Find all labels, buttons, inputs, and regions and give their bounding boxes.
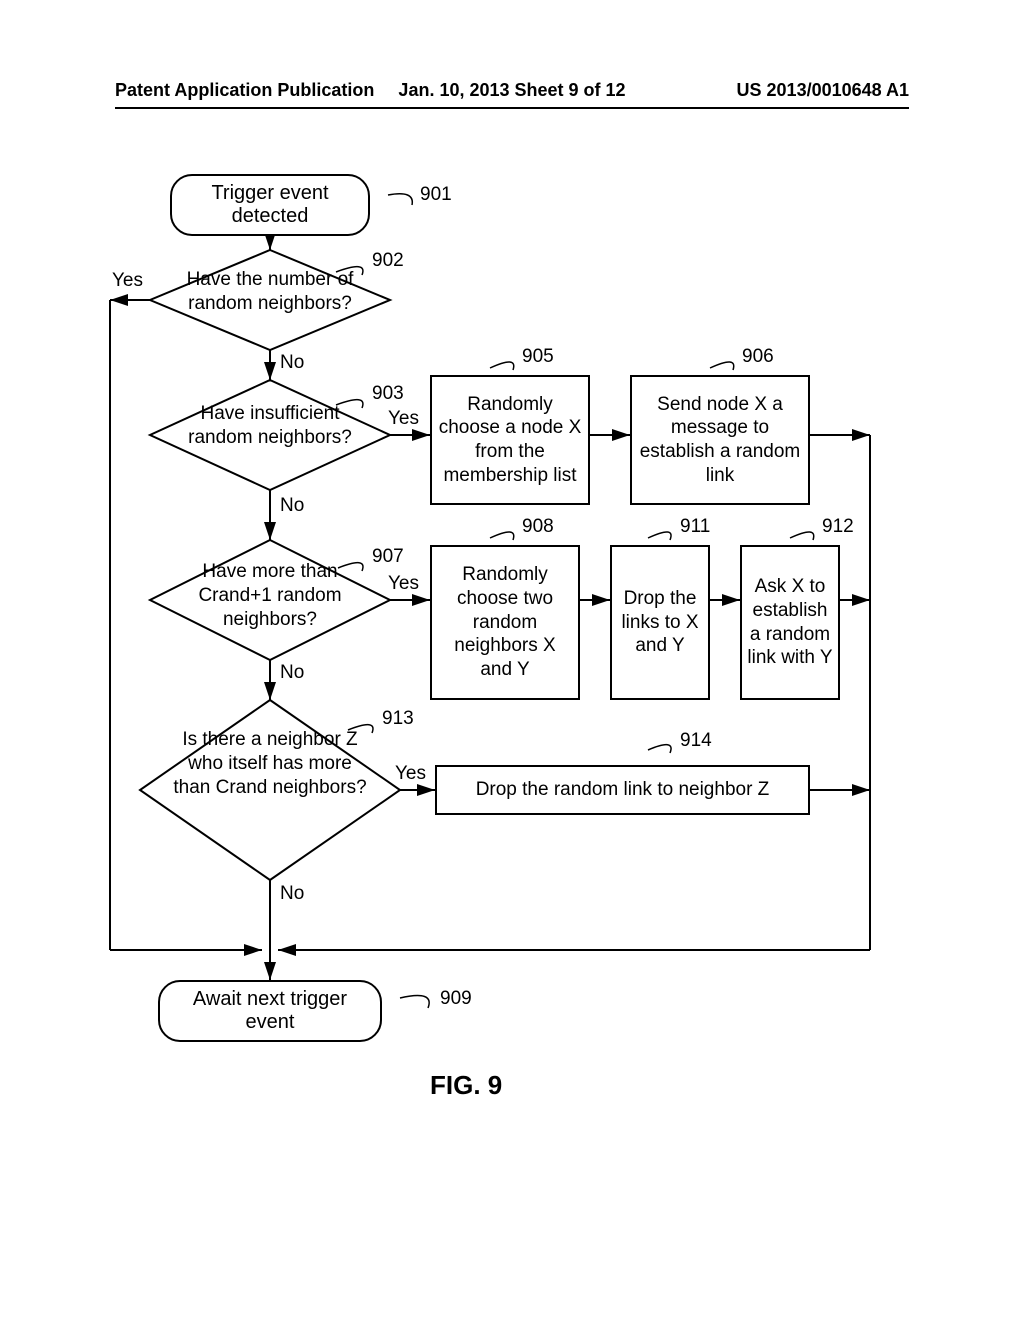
ref-901: 901 bbox=[420, 184, 452, 206]
ref-902: 902 bbox=[372, 250, 404, 272]
ref-913: 913 bbox=[382, 708, 414, 730]
node-914-process: Drop the random link to neighbor Z bbox=[435, 765, 810, 815]
ref-912: 912 bbox=[822, 516, 854, 538]
node-906-text: Send node X a message to establish a ran… bbox=[636, 393, 804, 488]
page-header: Patent Application Publication Jan. 10, … bbox=[115, 80, 909, 109]
edge-902-yes: Yes bbox=[112, 270, 143, 292]
edge-913-no: No bbox=[280, 883, 304, 905]
ref-914: 914 bbox=[680, 730, 712, 752]
node-902-text: Have the number of random neighbors? bbox=[170, 268, 370, 316]
flowchart-canvas: Trigger event detected 901 Have the numb… bbox=[90, 150, 934, 1250]
ref-909: 909 bbox=[440, 988, 472, 1010]
header-left: Patent Application Publication bbox=[115, 80, 374, 101]
node-908-text: Randomly choose two random neighbors X a… bbox=[436, 563, 574, 682]
edge-913-yes: Yes bbox=[395, 763, 426, 785]
ref-908: 908 bbox=[522, 516, 554, 538]
page: Patent Application Publication Jan. 10, … bbox=[0, 0, 1024, 1320]
node-901-text: Trigger event detected bbox=[211, 182, 328, 227]
node-911-text: Drop the links to X and Y bbox=[616, 587, 704, 658]
ref-903: 903 bbox=[372, 383, 404, 405]
edge-903-yes: Yes bbox=[388, 408, 419, 430]
node-909-text: Await next trigger event bbox=[193, 988, 347, 1033]
node-908-process: Randomly choose two random neighbors X a… bbox=[430, 545, 580, 700]
node-905-text: Randomly choose a node X from the member… bbox=[436, 393, 584, 488]
node-912-text: Ask X to establish a random link with Y bbox=[746, 575, 834, 670]
edge-907-no: No bbox=[280, 662, 304, 684]
ref-911: 911 bbox=[680, 516, 710, 538]
node-903-text: Have insufficient random neighbors? bbox=[170, 402, 370, 450]
edge-907-yes: Yes bbox=[388, 573, 419, 595]
node-911-process: Drop the links to X and Y bbox=[610, 545, 710, 700]
figure-caption: FIG. 9 bbox=[430, 1070, 502, 1101]
ref-905: 905 bbox=[522, 346, 554, 368]
edge-903-no: No bbox=[280, 495, 304, 517]
node-913-text: Is there a neighbor Z who itself has mor… bbox=[170, 728, 370, 799]
header-mid: Jan. 10, 2013 Sheet 9 of 12 bbox=[398, 80, 625, 101]
node-912-process: Ask X to establish a random link with Y bbox=[740, 545, 840, 700]
ref-906: 906 bbox=[742, 346, 774, 368]
edge-902-no: No bbox=[280, 352, 304, 374]
node-905-process: Randomly choose a node X from the member… bbox=[430, 375, 590, 505]
node-907-text: Have more than Crand+1 random neighbors? bbox=[170, 560, 370, 631]
header-right: US 2013/0010648 A1 bbox=[737, 80, 909, 101]
node-909-terminator: Await next trigger event bbox=[158, 980, 382, 1042]
ref-907: 907 bbox=[372, 546, 404, 568]
node-914-text: Drop the random link to neighbor Z bbox=[476, 778, 770, 802]
node-901-terminator: Trigger event detected bbox=[170, 174, 370, 236]
node-906-process: Send node X a message to establish a ran… bbox=[630, 375, 810, 505]
